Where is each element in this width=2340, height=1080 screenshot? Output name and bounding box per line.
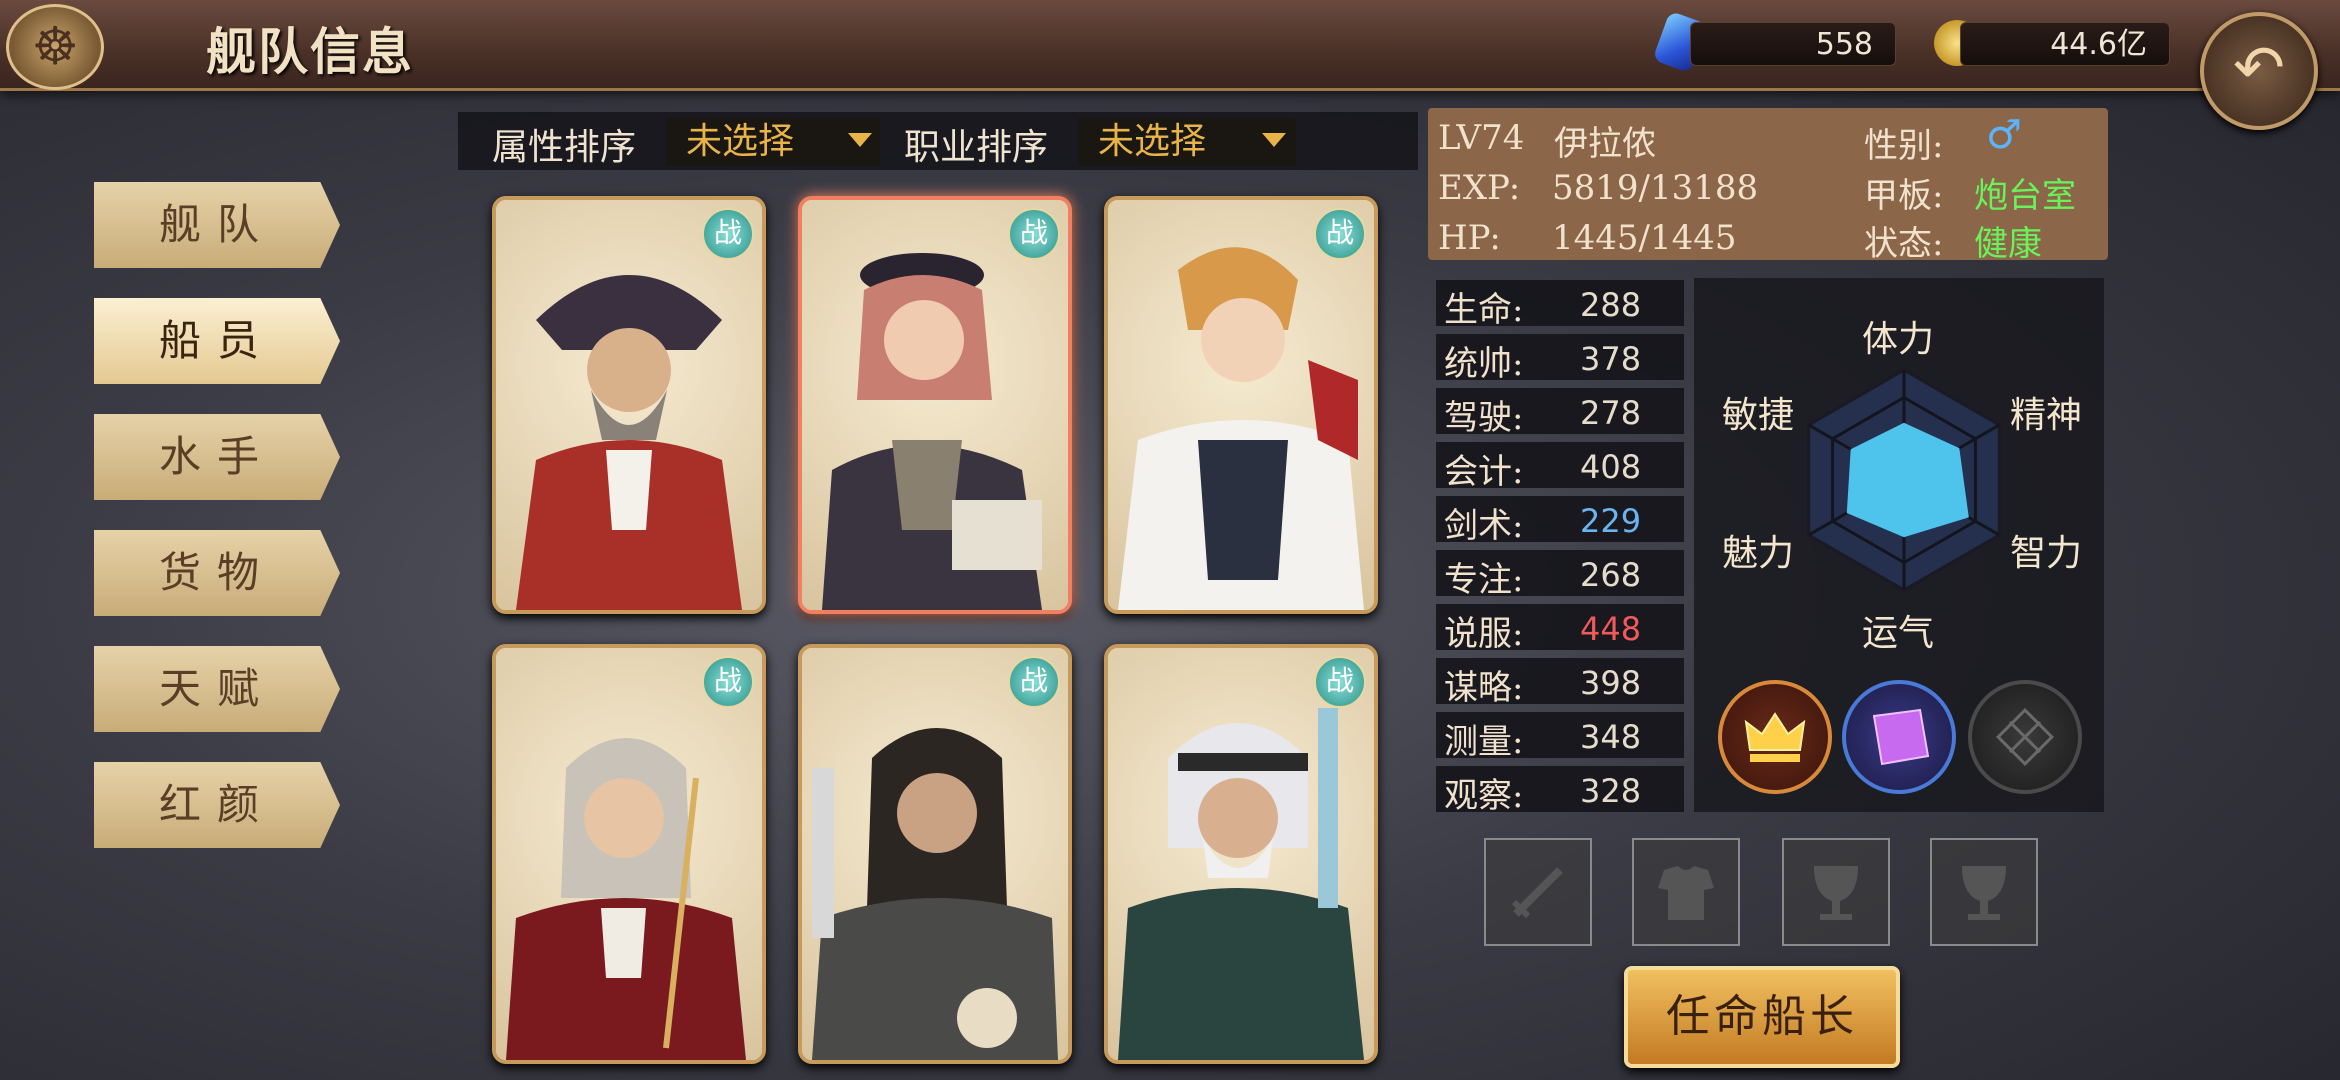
deck-label: 甲板: (1864, 176, 1944, 216)
stat-value: 348 (1580, 718, 1642, 756)
radar-label-intellect: 智力 (2010, 533, 2083, 574)
battle-badge: 战 (702, 656, 754, 708)
crew-portrait (822, 253, 1042, 610)
crew-portrait (506, 738, 746, 1060)
deck-value: 炮台室 (1974, 176, 2076, 216)
crew-portrait (812, 728, 1058, 1060)
sword-slot-icon[interactable] (1484, 838, 1592, 946)
stat-value: 278 (1580, 394, 1642, 432)
battle-badge: 战 (1314, 208, 1366, 260)
locked-skill-icon[interactable] (1968, 680, 2082, 794)
back-button[interactable]: ↶ (2200, 12, 2318, 130)
stat-value: 288 (1580, 286, 1642, 324)
battle-badge: 战 (1008, 208, 1060, 260)
nav-talent[interactable]: 天赋 (94, 646, 340, 732)
stat-value: 328 (1580, 772, 1642, 810)
battle-badge: 战 (1008, 656, 1060, 708)
stat-label: 生命: (1444, 290, 1524, 330)
attribute-radar-chart (1807, 368, 2001, 592)
chevron-down-icon (1262, 133, 1286, 147)
stat-label: 统帅: (1444, 344, 1524, 384)
crew-card[interactable]: 战 (492, 644, 766, 1064)
cup-slot-icon[interactable] (1782, 838, 1890, 946)
stat-value: 398 (1580, 664, 1642, 702)
stat-label: 观察: (1444, 776, 1524, 816)
radar-label-charm: 魅力 (1722, 533, 1795, 574)
hp-value: 1445/1445 (1552, 218, 1737, 258)
hp-label: HP: (1438, 218, 1501, 258)
chevron-down-icon (848, 133, 872, 147)
back-arrow-icon: ↶ (2233, 31, 2285, 104)
character-level: LV74 (1438, 118, 1525, 158)
gem-counter: 558 (1690, 22, 1896, 66)
crew-card[interactable]: 战 (1104, 196, 1378, 614)
crew-portrait (1118, 247, 1364, 610)
stat-value: 448 (1580, 610, 1642, 648)
stat-value: 229 (1580, 502, 1642, 540)
stat-value: 268 (1580, 556, 1642, 594)
stat-label: 谋略: (1444, 668, 1524, 708)
nav-beauty[interactable]: 红颜 (94, 762, 340, 848)
radar-label-luck: 运气 (1862, 613, 1935, 654)
nav-cargo[interactable]: 货物 (94, 530, 340, 616)
crew-portrait (1118, 708, 1364, 1060)
stat-label: 剑术: (1444, 506, 1524, 546)
book-skill-icon[interactable] (1842, 680, 1956, 794)
status-value: 健康 (1974, 224, 2042, 264)
gender-label: 性别: (1864, 126, 1944, 166)
battle-badge: 战 (1314, 656, 1366, 708)
male-icon: ♂ (1986, 112, 2022, 158)
character-name: 伊拉侬 (1554, 124, 1656, 164)
job-sort-label: 职业排序 (904, 127, 1049, 168)
stat-label: 会计: (1444, 452, 1524, 492)
radar-label-agility: 敏捷 (1722, 395, 1795, 436)
crew-portrait (516, 275, 742, 610)
stat-label: 测量: (1444, 722, 1524, 762)
cup-slot-icon[interactable] (1930, 838, 2038, 946)
page-title: 舰队信息 (206, 22, 414, 81)
radar-label-spirit: 精神 (2010, 395, 2083, 436)
crown-skill-icon[interactable] (1718, 680, 1832, 794)
radar-label-stamina: 体力 (1862, 319, 1935, 360)
stat-value: 408 (1580, 448, 1642, 486)
stat-value: 378 (1580, 340, 1642, 378)
ship-wheel-icon: ☸ (6, 4, 104, 90)
armor-slot-icon[interactable] (1632, 838, 1740, 946)
crew-card[interactable]: 战 (798, 196, 1072, 614)
attr-sort-label: 属性排序 (492, 127, 637, 168)
crew-card[interactable]: 战 (1104, 644, 1378, 1064)
appoint-captain-button[interactable]: 任命船长 (1624, 966, 1900, 1068)
stat-label: 说服: (1444, 614, 1524, 654)
crew-card[interactable]: 战 (798, 644, 1072, 1064)
stat-label: 专注: (1444, 560, 1524, 600)
nav-sailors[interactable]: 水手 (94, 414, 340, 500)
status-label: 状态: (1864, 224, 1944, 264)
crew-card[interactable]: 战 (492, 196, 766, 614)
gold-counter: 44.6亿 (1960, 22, 2170, 66)
nav-crew[interactable]: 船员 (94, 298, 340, 384)
stat-label: 驾驶: (1444, 398, 1524, 438)
exp-label: EXP: (1438, 168, 1521, 208)
battle-badge: 战 (702, 208, 754, 260)
exp-value: 5819/13188 (1552, 168, 1759, 208)
nav-fleet[interactable]: 舰队 (94, 182, 340, 268)
